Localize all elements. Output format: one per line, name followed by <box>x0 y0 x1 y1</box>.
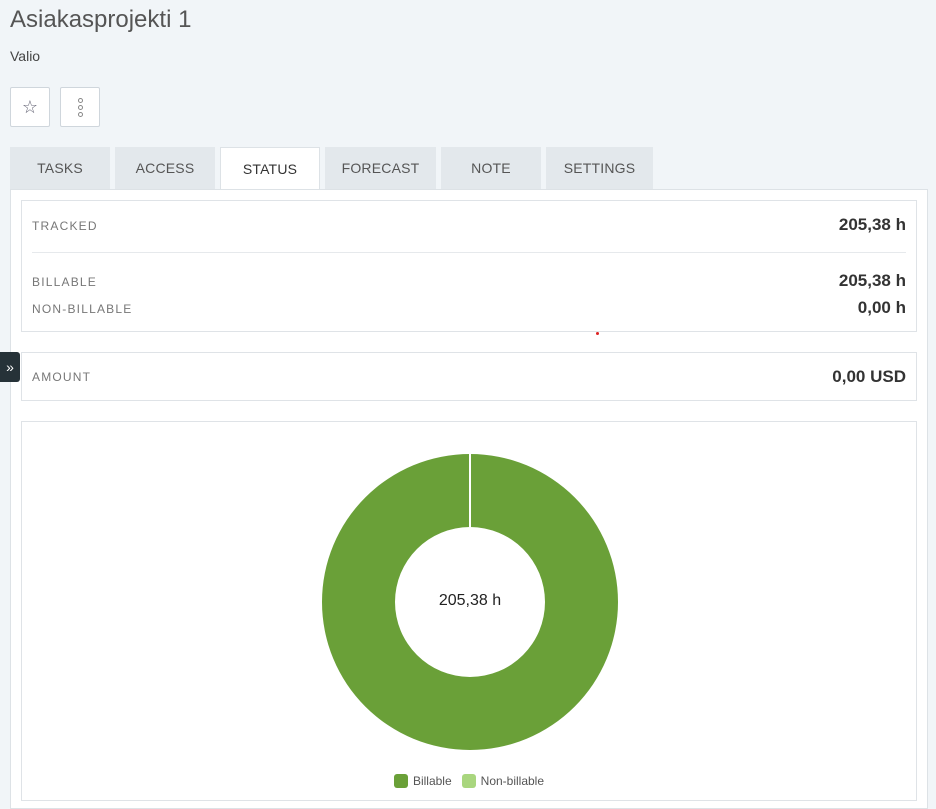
vertical-dots-icon <box>77 97 83 117</box>
client-name: Valio <box>10 48 41 64</box>
billable-value: 205,38 h <box>838 271 906 290</box>
tab-access[interactable]: ACCESS <box>115 147 215 189</box>
nonbillable-label: NON-BILLABLE <box>32 302 133 316</box>
tab-forecast[interactable]: FORECAST <box>325 147 436 189</box>
legend-swatch-non-billable <box>461 774 476 788</box>
legend-swatch-billable <box>393 774 408 788</box>
page-title: Asiakasprojekti 1 <box>10 6 192 33</box>
tracked-label: TRACKED <box>32 219 98 233</box>
tab-tasks[interactable]: TASKS <box>10 147 110 189</box>
legend-label-non-billable: Non-billable <box>480 774 545 788</box>
tab-bar: TASKS ACCESS STATUS FORECAST NOTE SETTIN… <box>10 147 658 190</box>
billable-label: BILLABLE <box>32 275 97 289</box>
tracked-value: 205,38 h <box>838 215 906 234</box>
tab-status[interactable]: STATUS <box>220 147 320 190</box>
chart-legend: Billable Non-billable <box>22 774 916 788</box>
divider <box>32 252 906 253</box>
double-chevron-right-icon: » <box>6 359 14 375</box>
hours-card: TRACKED 205,38 h BILLABLE 205,38 h NON-B… <box>21 200 917 332</box>
amount-card: AMOUNT 0,00 USD <box>21 352 917 401</box>
tab-note[interactable]: NOTE <box>441 147 541 189</box>
marker-dot <box>596 332 599 335</box>
tab-settings[interactable]: SETTINGS <box>546 147 653 189</box>
amount-value: 0,00 USD <box>832 367 906 386</box>
favorite-button[interactable]: ☆ <box>10 87 50 127</box>
amount-label: AMOUNT <box>32 370 92 384</box>
legend-label-billable: Billable <box>412 774 452 788</box>
nonbillable-value: 0,00 h <box>857 298 906 317</box>
donut-chart <box>322 454 618 750</box>
legend-item-billable[interactable]: Billable <box>393 774 452 788</box>
donut-center-label: 205,38 h <box>438 592 502 609</box>
legend-item-non-billable[interactable]: Non-billable <box>461 774 545 788</box>
more-actions-button[interactable] <box>60 87 100 127</box>
sidebar-toggle[interactable]: » <box>0 352 20 382</box>
chart-card: 205,38 h Billable Non-billable <box>21 421 917 801</box>
star-icon: ☆ <box>21 96 39 117</box>
